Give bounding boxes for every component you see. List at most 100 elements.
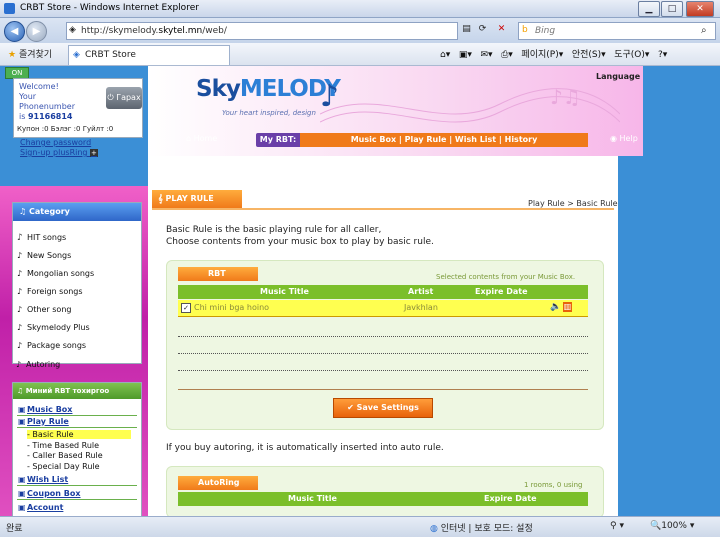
menu-music-box[interactable]: ▣ Music Box <box>18 405 72 414</box>
col-music-title: Music Title <box>260 287 309 296</box>
check-icon: ✔ <box>347 403 357 412</box>
bullet-icon: ▣ <box>18 475 26 484</box>
autoring-note: If you buy autoring, it is automatically… <box>166 443 444 453</box>
url-domain: skytel.mn <box>158 26 203 36</box>
trash-icon[interactable]: ▥ <box>563 302 572 312</box>
row-separator <box>178 336 588 338</box>
browser-tab[interactable]: ◈ CRBT Store <box>68 45 230 65</box>
menu-label: Account <box>27 503 64 512</box>
search-input[interactable]: b Bing ⌕ <box>518 22 716 40</box>
print-icon[interactable]: ⎙▾ <box>501 50 513 60</box>
breadcrumb: Play Rule > Basic Rule <box>528 199 618 208</box>
rbt-menu-links[interactable]: Music Box | Play Rule | Wish List | Hist… <box>300 133 588 147</box>
language-link[interactable]: Language <box>596 72 640 81</box>
autoring-table-header: Music Title Expire Date <box>178 492 588 506</box>
submenu-time-rule[interactable]: - Time Based Rule <box>27 441 99 450</box>
category-item-new[interactable]: ♪ New Songs <box>17 251 72 260</box>
login-box: Welcome! Your Phonenumber is 91166814 ⏻ … <box>13 78 143 138</box>
rbt-tab-label: RBT <box>208 269 226 278</box>
svg-text:♪: ♪ <box>320 79 339 112</box>
logo-note-icon: ♪ <box>320 79 339 112</box>
menu-label: Play Rule <box>27 417 69 426</box>
window-title: CRBT Store - Windows Internet Explorer <box>20 3 199 13</box>
row-separator <box>178 353 588 355</box>
category-label: Foreign songs <box>27 287 83 296</box>
tab-favicon: ◈ <box>73 50 80 60</box>
note-icon: ♪ <box>17 341 23 350</box>
help-link[interactable]: ◉ Help <box>610 134 638 143</box>
divider <box>17 415 137 416</box>
home-icon[interactable]: ⌂▾ <box>440 50 450 60</box>
note-icon: ♫ <box>17 387 26 395</box>
signup-label: Sign-up plusRing <box>20 148 88 157</box>
svg-text:♪♫: ♪♫ <box>550 85 581 109</box>
submenu-caller-rule[interactable]: - Caller Based Rule <box>27 451 103 460</box>
tab-title: CRBT Store <box>85 50 136 60</box>
col-artist: Artist <box>408 287 434 296</box>
maximize-button[interactable]: □ <box>661 1 683 17</box>
table-row[interactable]: ✓ Chi mini bga hoino Javkhlan 🔈 ▥ <box>178 300 588 317</box>
autoring-box <box>166 466 604 516</box>
url-prefix: http://skymelody. <box>81 26 159 36</box>
zoom-control[interactable]: 🔍100% ▾ <box>650 521 694 531</box>
phone-number: 91166814 <box>27 112 73 121</box>
compat-view-icon[interactable]: ▤ <box>460 23 473 36</box>
menu-label: Coupon Box <box>27 489 81 498</box>
bullet-icon: ▣ <box>18 489 26 498</box>
category-title: Category <box>28 207 70 216</box>
url-suffix: /web/ <box>202 26 227 36</box>
category-item-hit[interactable]: ♪ HIT songs <box>17 233 66 243</box>
search-icon[interactable]: ⌕ <box>701 25 707 36</box>
your-text: Your <box>19 92 37 101</box>
logout-button[interactable]: ⏻ Гарах <box>106 87 142 109</box>
refresh-icon[interactable]: ⟳ <box>476 23 489 36</box>
tools-menu[interactable]: 도구(O) <box>614 50 645 60</box>
submenu-basic-rule[interactable]: - Basic Rule <box>27 430 131 439</box>
favorites-button[interactable]: ★ 즐겨찾기 <box>8 47 52 60</box>
forward-button[interactable]: ▶ <box>26 21 47 42</box>
menu-coupon-box[interactable]: ▣ Coupon Box <box>18 489 81 498</box>
category-item-other[interactable]: ♪ Other song <box>17 305 71 314</box>
menu-account[interactable]: ▣ Account <box>18 503 64 512</box>
home-link[interactable]: ⌂ Home <box>186 134 217 143</box>
status-icons[interactable]: ⚲ ▾ <box>610 521 624 531</box>
note-icon: ♪ <box>16 360 22 369</box>
category-label: Package songs <box>27 341 87 350</box>
bing-icon: b <box>522 25 528 35</box>
speaker-icon[interactable]: 🔈 <box>550 302 561 312</box>
category-item-mongolian[interactable]: ♪ Mongolian songs <box>17 269 95 278</box>
row-checkbox[interactable]: ✓ <box>181 303 191 313</box>
col-expire-date: Expire Date <box>475 287 528 296</box>
submenu-special-day-rule[interactable]: - Special Day Rule <box>27 462 100 471</box>
feeds-icon[interactable]: ▣▾ <box>459 50 472 60</box>
close-window-button[interactable]: ✕ <box>686 1 714 17</box>
category-label: Mongolian songs <box>27 269 95 278</box>
mail-icon[interactable]: ✉▾ <box>480 50 492 60</box>
signup-link[interactable]: Sign-up plusRing + <box>20 148 98 157</box>
minimize-button[interactable]: ▁ <box>638 1 660 17</box>
help-label: Help <box>619 134 638 143</box>
menu-wish-list[interactable]: ▣ Wish List <box>18 475 68 484</box>
autoring-tab: AutoRing <box>178 476 258 490</box>
safety-menu[interactable]: 안전(S) <box>572 50 601 60</box>
page-icon: ◈ <box>69 25 76 35</box>
category-item-plus[interactable]: ♪ Skymelody Plus <box>17 323 90 332</box>
category-item-foreign[interactable]: ♪ Foreign songs <box>17 287 83 296</box>
window-title-bar: CRBT Store - Windows Internet Explorer ▁… <box>0 0 720 18</box>
security-zone[interactable]: ◍ 인터넷 | 보호 모드: 설정 <box>430 521 533 534</box>
page-menu[interactable]: 페이지(P) <box>521 50 558 60</box>
help-icon[interactable]: ?▾ <box>658 50 667 60</box>
note-icon: ♫ <box>19 207 29 216</box>
back-button[interactable]: ◀ <box>4 21 25 42</box>
status-bar: 완료 ◍ 인터넷 | 보호 모드: 설정 ⚲ ▾ 🔍100% ▾ <box>0 516 720 537</box>
category-item-package[interactable]: ♪ Package songs <box>17 341 87 350</box>
category-label: New Songs <box>27 251 72 260</box>
category-item-autoring[interactable]: ♪ Autoring <box>16 360 60 369</box>
zone-label: 인터넷 | 보호 모드: 설정 <box>440 524 533 534</box>
address-input[interactable]: ◈ http://skymelody.skytel.mn/web/ <box>66 22 458 40</box>
save-settings-button[interactable]: ✔ Save Settings <box>333 398 433 418</box>
is-text: is <box>19 112 26 121</box>
change-password-link[interactable]: Change password <box>20 138 91 147</box>
menu-play-rule[interactable]: ▣ Play Rule <box>18 417 69 426</box>
stop-icon[interactable]: ✕ <box>495 23 508 36</box>
